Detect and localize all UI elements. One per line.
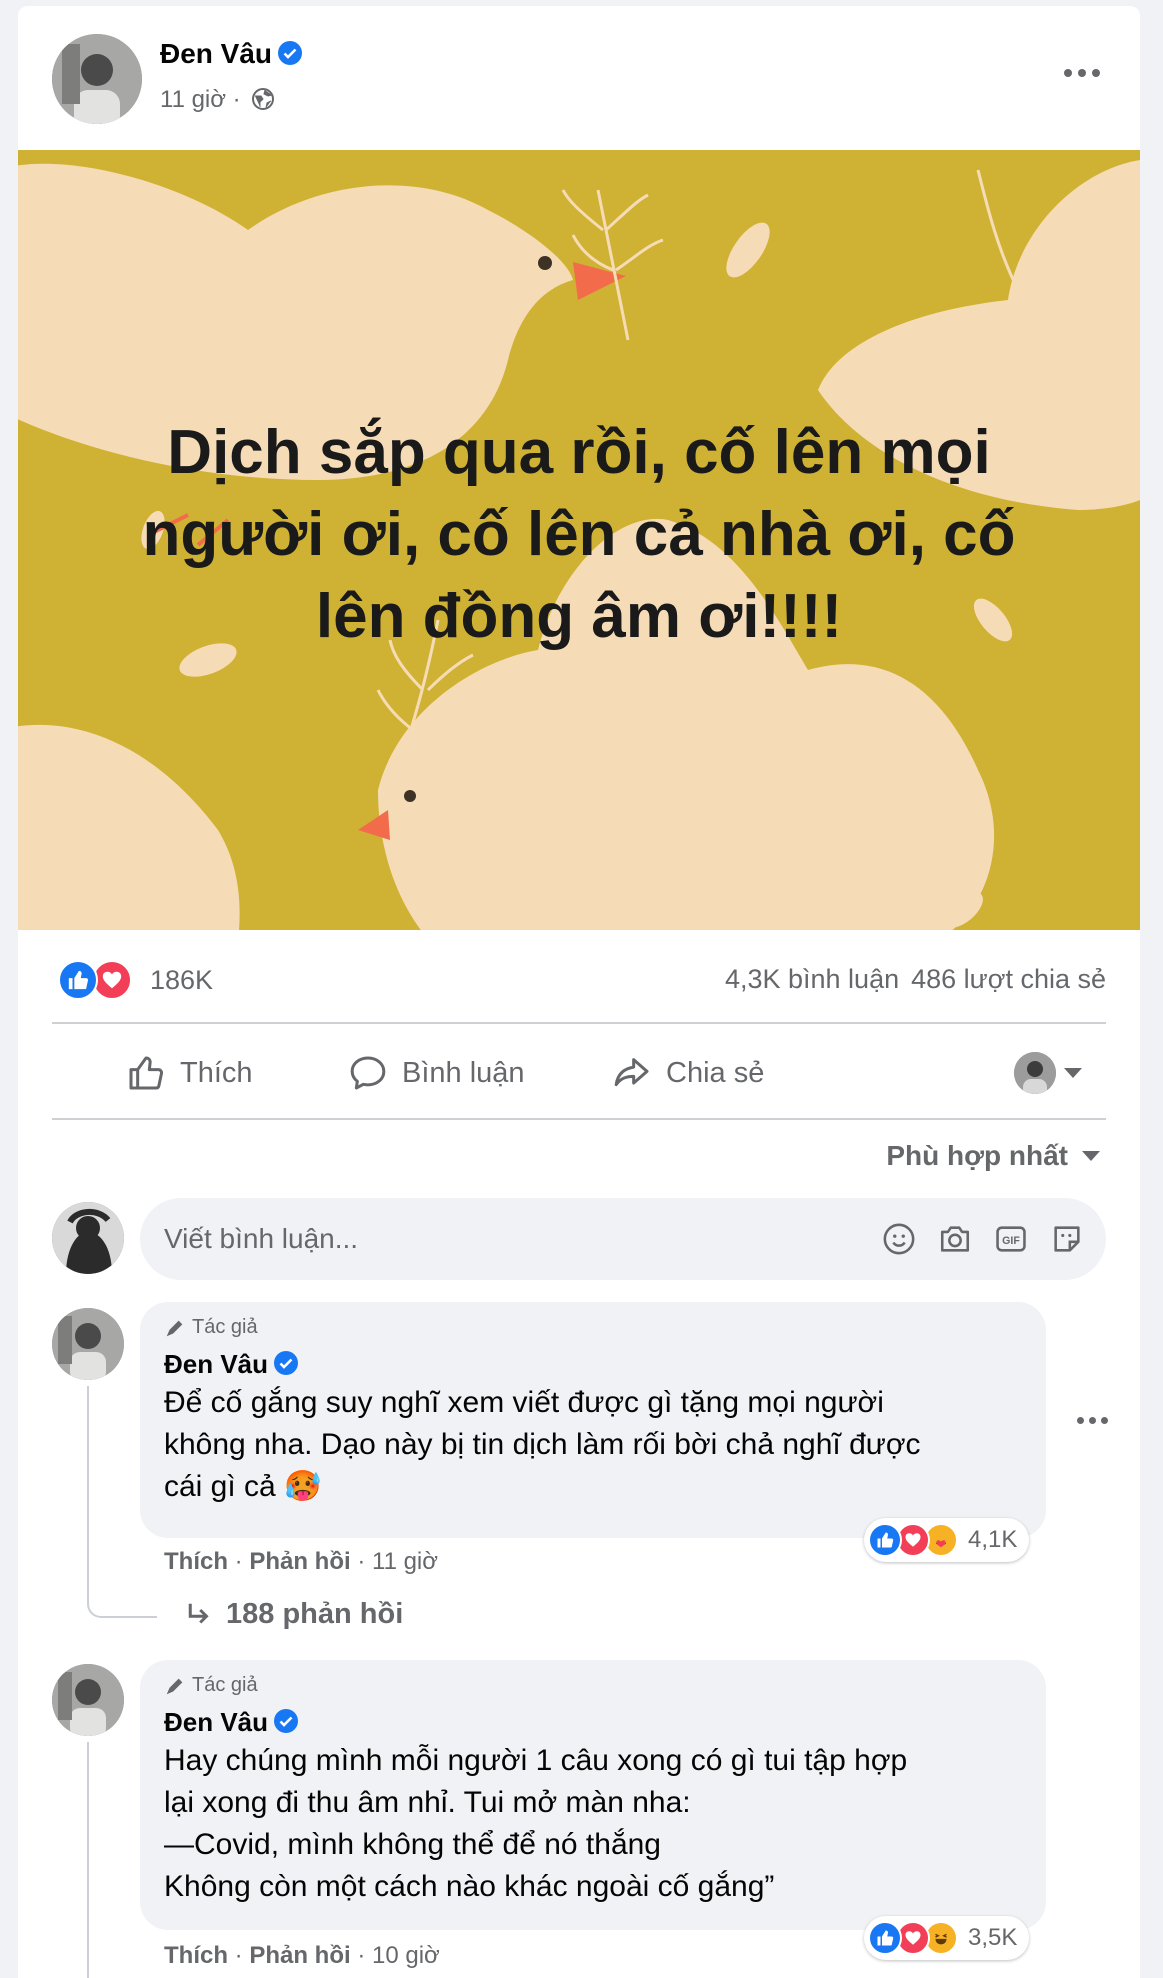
emoji-icon[interactable]	[880, 1220, 918, 1258]
author-badge: Tác giả	[164, 1316, 1022, 1339]
comment-meta: Thích · Phản hồi · 11 giờ	[164, 1548, 438, 1576]
comment-line: Không còn một cách nào khác ngoài cố gắn…	[164, 1870, 775, 1903]
comment-input[interactable]	[164, 1223, 880, 1255]
verified-icon	[274, 1351, 299, 1375]
like-reaction-icon	[868, 1921, 902, 1955]
comment-line: Để cố gắng suy nghĩ xem viết được gì tặn…	[164, 1386, 884, 1419]
post-image[interactable]: Dịch sắp qua rồi, cố lên mọi người ơi, c…	[18, 150, 1140, 930]
avatar	[1014, 1052, 1056, 1094]
comment-button[interactable]: Bình luận	[348, 1053, 525, 1093]
reaction-count[interactable]: 186K	[150, 965, 213, 996]
comment-label: Bình luận	[402, 1056, 525, 1089]
share-arrow-icon	[614, 1058, 649, 1087]
like-button[interactable]: Thích	[126, 1053, 253, 1093]
comment-author-label[interactable]: Đen Vâu	[164, 1707, 268, 1737]
thread-line	[87, 1386, 89, 1588]
dot-separator: ·	[228, 1942, 250, 1969]
comment-reply-button[interactable]: Phản hồi	[249, 1942, 350, 1969]
comment-author-avatar[interactable]	[52, 1308, 124, 1380]
love-reaction-icon	[92, 960, 132, 1000]
comment-bubble: Tác giả Đen Vâu Hay chúng mình mỗi người…	[140, 1660, 1046, 1930]
pencil-icon	[166, 1320, 183, 1336]
engagement-counts: 4,3K bình luận 486 lượt chia sẻ	[713, 964, 1106, 995]
comment-line: cái gì cả 🥵	[164, 1466, 1022, 1508]
comment-options-button[interactable]	[1072, 1410, 1112, 1430]
comment-line: không nha. Dạo này bị tin dịch làm rối b…	[164, 1428, 921, 1461]
post-card: Đen Vâu 11 giờ · Dịch sắp qua rồi, cố lê…	[18, 6, 1140, 1978]
like-label: Thích	[180, 1056, 253, 1089]
comment-bubble: Tác giả Đen Vâu Để cố gắng suy nghĩ xem …	[140, 1302, 1046, 1538]
comment-input-box: GIF	[140, 1198, 1106, 1280]
post-image-caption: Dịch sắp qua rồi, cố lên mọi người ơi, c…	[142, 418, 1016, 651]
camera-icon[interactable]	[936, 1220, 974, 1258]
divider	[52, 1022, 1106, 1024]
verified-icon	[274, 1709, 299, 1733]
comment-text: Hay chúng mình mỗi người 1 câu xong có g…	[164, 1740, 1022, 1908]
share-button[interactable]: Chia sẻ	[612, 1053, 764, 1093]
post-author-label[interactable]: Đen Vâu	[160, 38, 272, 69]
chevron-down-icon	[1064, 1068, 1082, 1078]
svg-text:GIF: GIF	[1002, 1235, 1020, 1247]
gif-icon[interactable]: GIF	[992, 1220, 1030, 1258]
comment-line: —Covid, mình không thể để nó thắng	[164, 1828, 661, 1861]
chevron-down-icon	[1082, 1151, 1100, 1161]
sort-label: Phù hợp nhất	[886, 1140, 1068, 1171]
like-reaction-icon	[868, 1523, 902, 1557]
verified-icon	[278, 41, 303, 65]
comment-author-label[interactable]: Đen Vâu	[164, 1349, 268, 1379]
post-author-name[interactable]: Đen Vâu	[160, 38, 303, 70]
divider	[52, 1118, 1106, 1120]
globe-icon	[252, 88, 275, 110]
comment-line: lại xong đi thu âm nhỉ. Tui mở màn nha:	[164, 1786, 691, 1819]
comment-text: Để cố gắng suy nghĩ xem viết được gì tặn…	[164, 1382, 1022, 1508]
author-badge: Tác giả	[164, 1674, 1022, 1697]
thumbs-up-icon	[129, 1056, 164, 1090]
post-actions: Thích Bình luận Chia sẻ	[52, 1028, 1106, 1118]
comment-like-button[interactable]: Thích	[164, 1942, 228, 1969]
comment-count[interactable]: 4,3K bình luận	[725, 964, 899, 994]
comment-icon	[350, 1056, 386, 1090]
thread-line	[87, 1742, 89, 1978]
post-as-selector[interactable]	[1014, 1052, 1082, 1094]
post-time[interactable]: 11 giờ ·	[160, 86, 241, 113]
thread-line	[87, 1588, 157, 1618]
comment-author-avatar[interactable]	[52, 1664, 124, 1736]
view-replies-button[interactable]: 188 phản hồi	[184, 1598, 403, 1631]
sticker-icon[interactable]	[1048, 1220, 1086, 1258]
author-avatar[interactable]	[52, 34, 142, 124]
hot-face-emoji-icon: 🥵	[284, 1470, 322, 1503]
pencil-icon	[166, 1678, 183, 1694]
comment-meta: Thích · Phản hồi · 10 giờ	[164, 1942, 440, 1970]
post-options-button[interactable]	[1058, 58, 1106, 88]
comment-reactions[interactable]: 4,1K	[864, 1518, 1030, 1562]
post-meta: 11 giờ ·	[160, 86, 275, 114]
author-badge-label: Tác giả	[192, 1674, 258, 1696]
author-badge-label: Tác giả	[192, 1316, 258, 1338]
comment-reaction-count: 3,5K	[968, 1924, 1018, 1951]
comment-line-text: cái gì cả	[164, 1470, 276, 1503]
comment-like-button[interactable]: Thích	[164, 1548, 228, 1575]
comment-reply-button[interactable]: Phản hồi	[249, 1548, 350, 1575]
share-label: Chia sẻ	[666, 1056, 765, 1089]
comment-time[interactable]: · 11 giờ	[357, 1548, 438, 1575]
reaction-summary[interactable]: 186K	[58, 958, 213, 1002]
comment-time[interactable]: · 10 giờ	[357, 1942, 439, 1969]
comment-sort-dropdown[interactable]: Phù hợp nhất	[886, 1140, 1100, 1172]
dot-separator: ·	[228, 1548, 250, 1575]
comment-author-name[interactable]: Đen Vâu	[164, 1349, 1022, 1380]
comment-reaction-count: 4,1K	[968, 1526, 1018, 1553]
reply-arrow-icon	[188, 1603, 209, 1624]
comment-input-tools: GIF	[880, 1220, 1086, 1258]
like-reaction-icon	[58, 960, 98, 1000]
replies-count: 188 phản hồi	[226, 1598, 404, 1630]
current-user-avatar[interactable]	[52, 1202, 124, 1274]
comment-reactions[interactable]: 3,5K	[864, 1916, 1030, 1960]
comment-line: Hay chúng mình mỗi người 1 câu xong có g…	[164, 1744, 908, 1777]
comment-author-name[interactable]: Đen Vâu	[164, 1707, 1022, 1738]
share-count[interactable]: 486 lượt chia sẻ	[911, 964, 1106, 994]
